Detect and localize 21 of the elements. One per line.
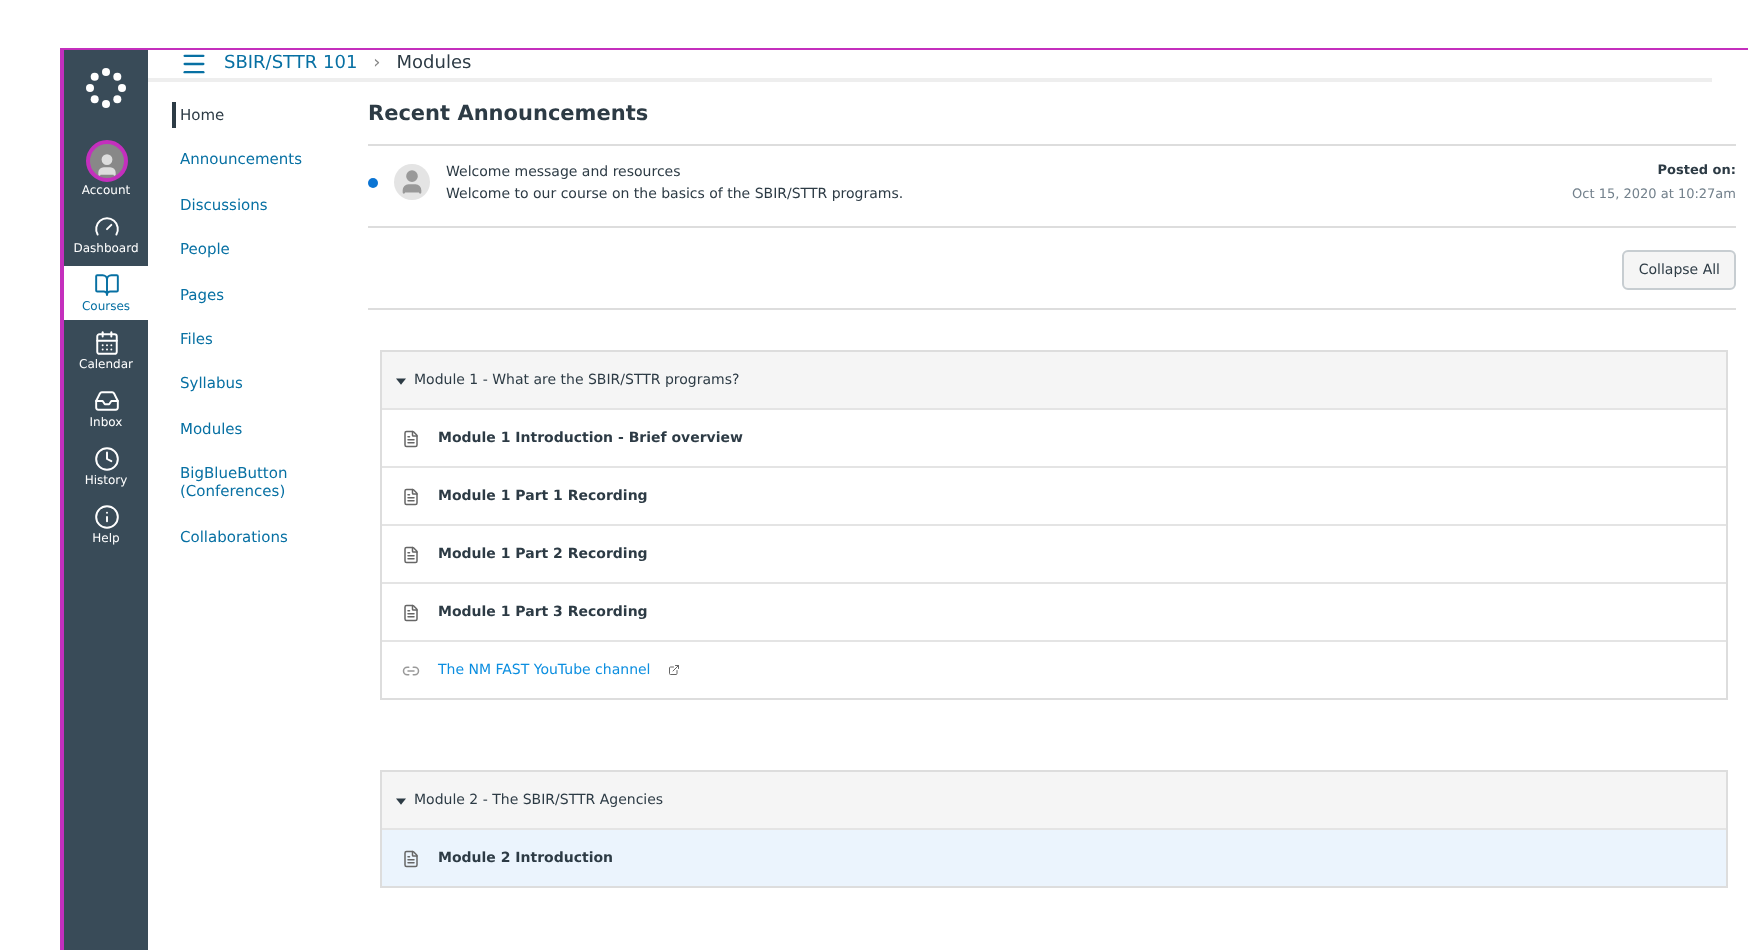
book-icon [93, 272, 119, 298]
document-icon [402, 603, 420, 621]
gauge-icon [93, 214, 119, 240]
clock-icon [93, 446, 119, 472]
menu-icon[interactable] [180, 50, 208, 78]
logo-icon[interactable] [84, 66, 128, 110]
avatar-icon [85, 140, 127, 182]
breadcrumb-separator: › [373, 54, 381, 74]
document-icon [402, 487, 420, 505]
document-icon [402, 429, 420, 447]
document-icon [402, 849, 420, 867]
document-icon [402, 545, 420, 563]
info-icon [93, 504, 119, 530]
external-link-icon [668, 664, 681, 676]
link-icon [402, 661, 420, 679]
breadcrumb-current: Modules [396, 54, 472, 74]
breadcrumb-link[interactable]: SBIR/STTR 101 [224, 54, 358, 74]
avatar-icon [394, 164, 430, 200]
section-title: Recent Announcements [368, 102, 1736, 146]
calendar-icon [93, 330, 119, 356]
inbox-icon [93, 388, 119, 414]
